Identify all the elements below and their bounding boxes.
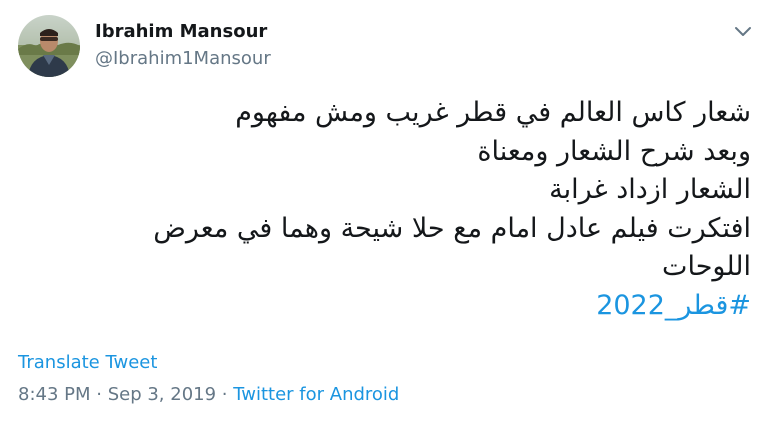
tweet-metadata: 8:43 PM · Sep 3, 2019 · Twitter for Andr… [18,384,399,405]
tweet-card: Ibrahim Mansour @Ibrahim1Mansour شعار كا… [0,0,768,427]
translate-tweet-link[interactable]: Translate Tweet [18,352,157,373]
profile-photo-icon [18,15,80,77]
avatar[interactable] [18,15,80,77]
tweet-line: وبعد شرح الشعار ومعناة [477,135,751,167]
tweet-line: شعار كاس العالم في قطر غريب ومش مفهوم [235,97,751,128]
tweet-line: الشعار ازداد غرابة [549,174,751,205]
meta-separator: · [216,384,234,405]
chevron-down-icon[interactable] [731,21,755,41]
tweet-text: شعار كاس العالم في قطر غريب ومش مفهوم وب… [51,94,751,325]
user-handle[interactable]: @Ibrahim1Mansour [95,48,271,69]
hashtag-link[interactable]: #قطر_2022 [596,290,751,321]
user-display-name[interactable]: Ibrahim Mansour [95,21,267,42]
tweet-line: اللوحات [662,251,751,282]
tweet-source-link[interactable]: Twitter for Android [233,384,399,405]
tweet-date[interactable]: Sep 3, 2019 [108,384,216,405]
meta-separator: · [90,384,108,405]
tweet-line: افتكرت فيلم عادل امام مع حلا شيحة وهما ف… [153,212,751,244]
tweet-time[interactable]: 8:43 PM [18,384,91,405]
